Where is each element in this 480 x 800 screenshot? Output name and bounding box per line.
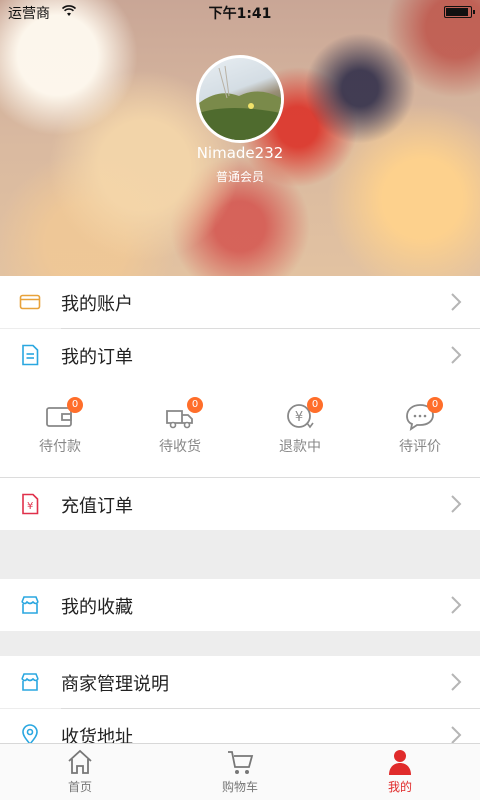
order-status-refunding[interactable]: ¥ 0 退款中 [240,381,360,477]
status-time: 下午1:41 [208,6,272,22]
order-status-pending-payment[interactable]: 0 待付款 [0,381,120,477]
home-icon [68,749,92,774]
order-count-badge: 0 [307,397,323,413]
svg-text:¥: ¥ [295,410,303,425]
recharge-icon: ¥ [22,493,39,515]
order-count-badge: 0 [187,397,203,413]
chevron-right-icon [451,495,462,513]
order-status-label: 待收货 [159,439,201,455]
menu-orders[interactable]: 我的订单 [0,329,480,381]
order-status-pending-receipt[interactable]: 0 待收货 [120,381,240,477]
chevron-right-icon [451,726,462,744]
tab-home[interactable]: 首页 [0,744,160,800]
menu-favorites-label: 我的收藏 [61,597,133,618]
avatar[interactable] [196,55,284,143]
cart-icon [228,751,254,774]
order-count-badge: 0 [427,397,443,413]
tab-mine[interactable]: 我的 [320,744,480,800]
tab-cart-label: 购物车 [221,780,258,794]
menu-recharge[interactable]: ¥ 充值订单 [0,478,480,530]
member-level: 普通会员 [215,170,264,184]
status-bar: 运营商 下午1:41 [0,0,480,24]
username: Nimade232 [196,144,284,162]
tab-bar: 首页 购物车 我的 [0,743,480,800]
tab-cart[interactable]: 购物车 [160,744,320,800]
tab-mine-label: 我的 [387,780,412,794]
order-status-pending-review[interactable]: 0 待评价 [360,381,480,477]
profile-header: 运营商 下午1:41 Nimade232 普通会员 [0,0,480,276]
order-status-label: 待付款 [39,439,81,455]
document-icon [22,344,39,366]
chevron-right-icon [451,596,462,614]
menu-recharge-label: 充值订单 [61,496,133,517]
card-icon [19,294,41,310]
order-status-bar: 0 待付款 0 待收货 ¥ 0 退款中 0 待评价 [0,381,480,477]
menu-orders-label: 我的订单 [61,347,133,368]
menu-account-label: 我的账户 [61,294,133,315]
order-status-label: 退款中 [279,439,321,455]
svg-text:¥: ¥ [27,501,33,512]
menu-favorites[interactable]: 我的收藏 [0,579,480,631]
order-status-label: 待评价 [399,439,441,455]
store-icon [21,673,39,691]
chevron-right-icon [451,293,462,311]
battery-icon [444,6,475,18]
order-count-badge: 0 [67,397,83,413]
store-icon [21,596,39,614]
chevron-right-icon [451,673,462,691]
menu-merchant-guide[interactable]: 商家管理说明 [0,656,480,708]
tab-home-label: 首页 [67,780,92,794]
chevron-right-icon [451,346,462,364]
menu-merchant-label: 商家管理说明 [61,674,169,695]
avatar-image [199,65,281,140]
user-icon [389,750,411,775]
menu-account[interactable]: 我的账户 [0,276,480,328]
